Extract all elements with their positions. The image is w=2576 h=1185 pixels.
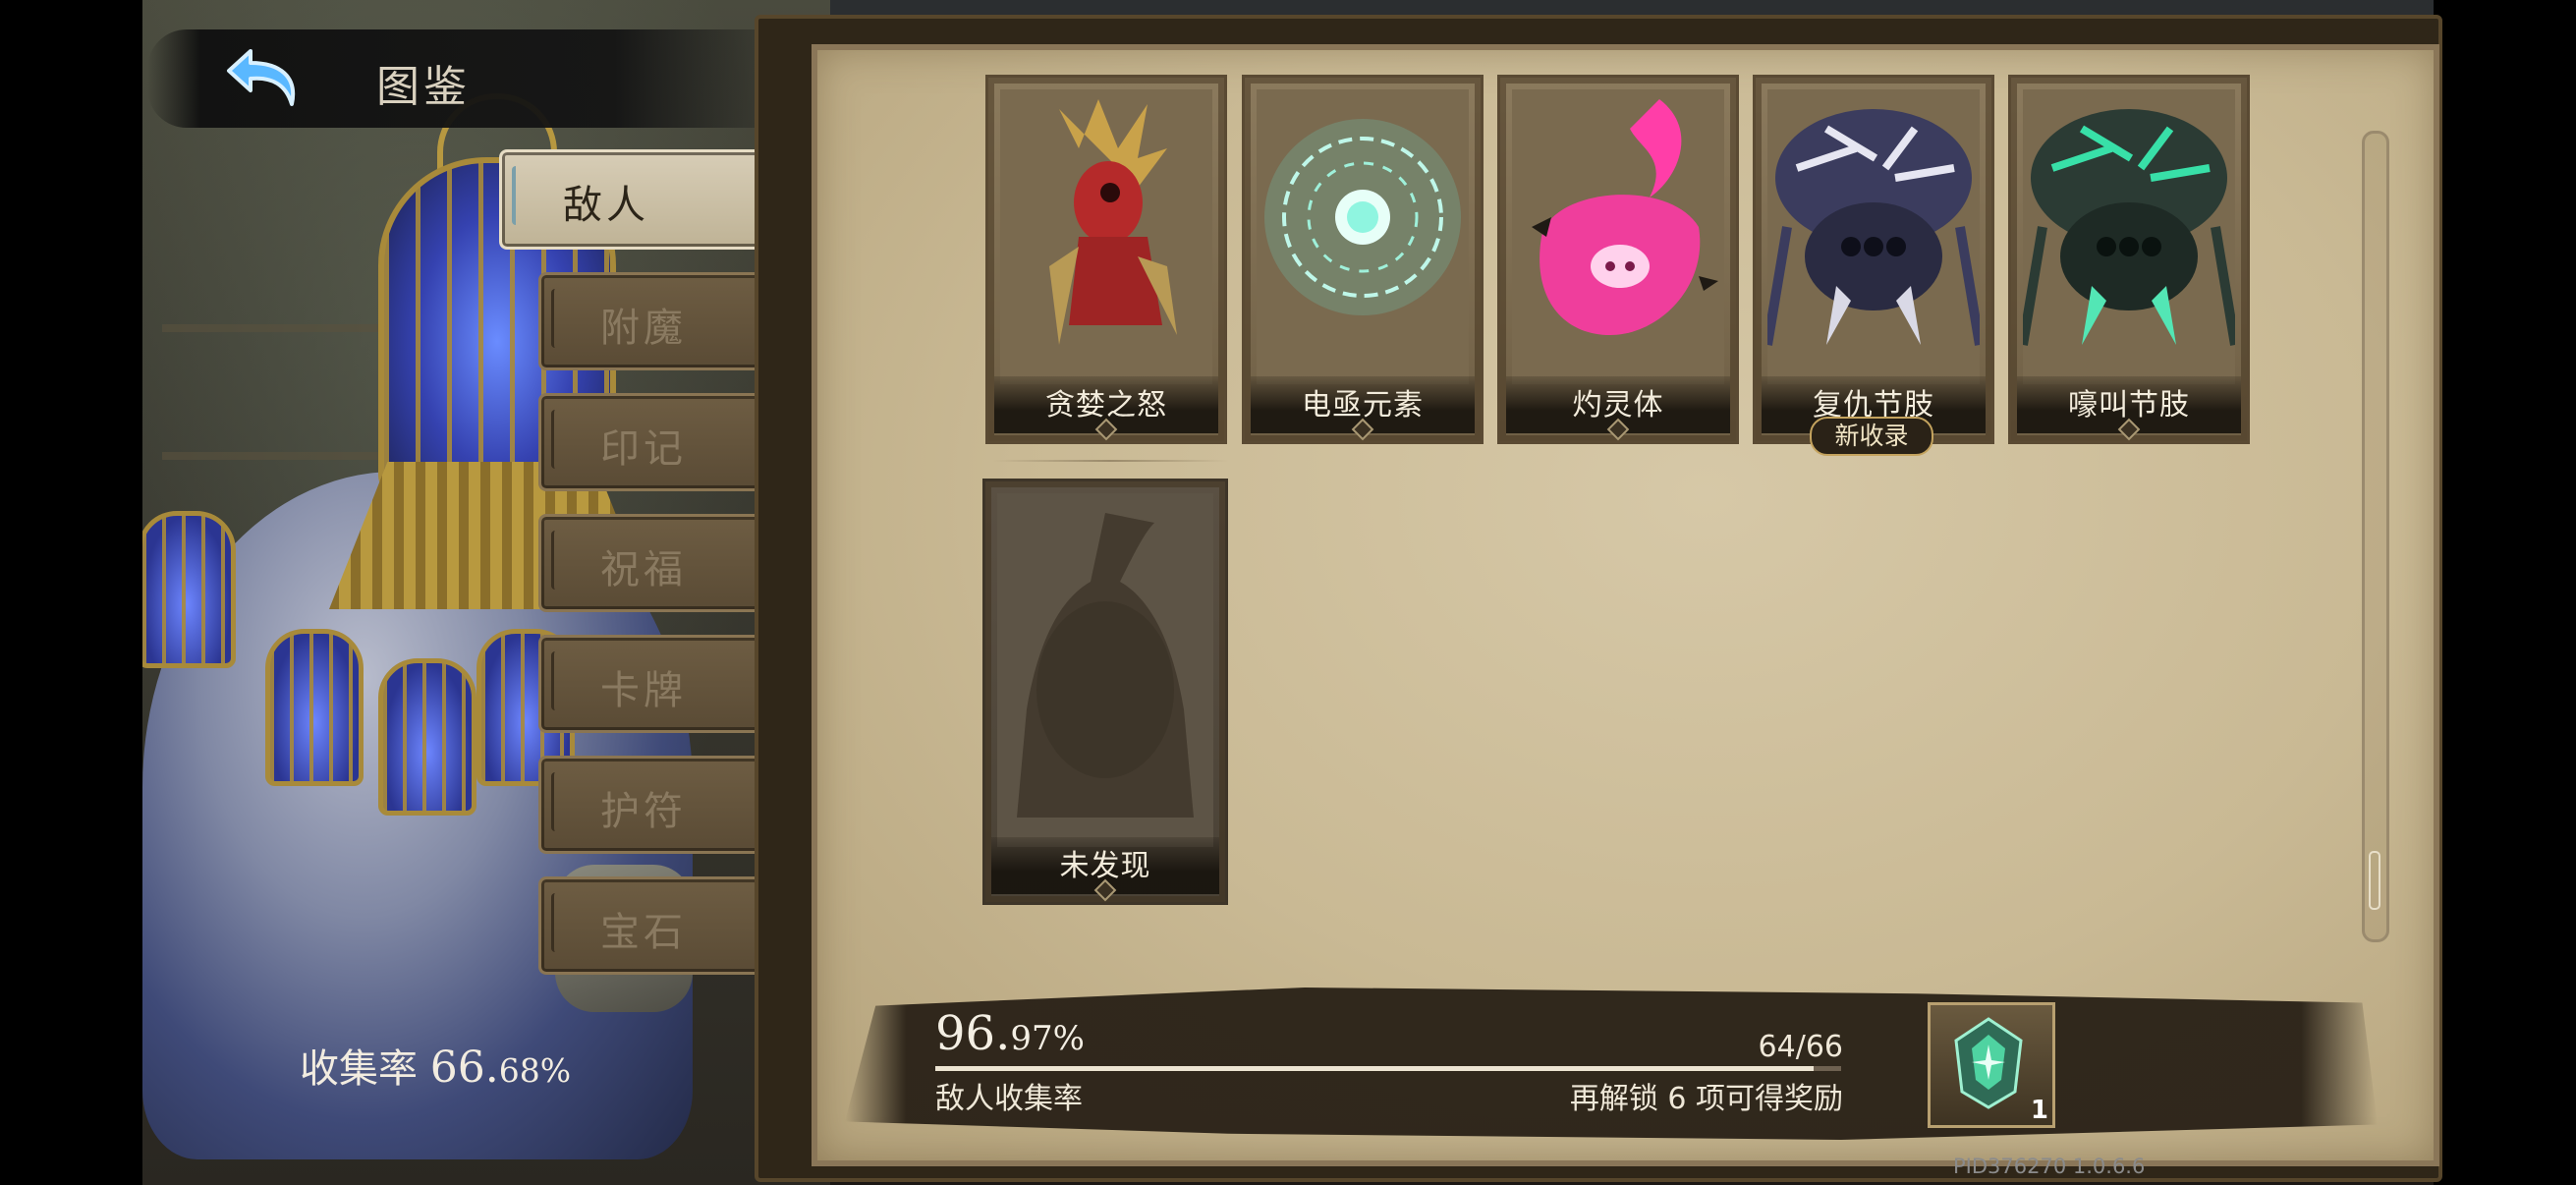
progress-fill	[935, 1066, 1815, 1071]
reward-slot[interactable]: 1	[1928, 1002, 2055, 1128]
percent-integer: 96.	[935, 1006, 1011, 1061]
enemy-portrait	[2023, 89, 2235, 384]
tab-label: 宝石	[600, 910, 687, 955]
page-title: 图鉴	[376, 62, 471, 112]
enemy-collection-percent: 96.97%	[935, 1006, 1085, 1061]
tab-label: 敌人	[563, 183, 649, 228]
tab-label: 护符	[600, 789, 687, 834]
enemy-card[interactable]: 贪婪之怒	[985, 75, 1227, 444]
letterbox-right	[2434, 0, 2576, 1185]
enemy-name: 贪婪之怒	[1045, 388, 1167, 423]
new-entry-badge: 新收录	[1810, 417, 1933, 456]
enemy-portrait	[1000, 89, 1212, 384]
enemy-name: 嚎叫节肢	[2068, 388, 2190, 423]
enemy-card[interactable]: 灼灵体	[1497, 75, 1739, 444]
enemy-silhouette	[997, 493, 1213, 847]
hanging-lantern	[142, 511, 236, 668]
reward-hint: 再解锁 6 项可得奖励	[1569, 1082, 1843, 1116]
reward-count: 1	[2030, 1096, 2048, 1125]
enemy-card-undiscovered[interactable]: 未发现	[982, 479, 1228, 905]
hanging-lantern	[378, 658, 476, 816]
back-button[interactable]	[221, 41, 311, 118]
collection-count: 64/66	[1758, 1030, 1843, 1064]
tab-label: 卡牌	[600, 668, 687, 713]
percent-decimal: 97%	[1010, 1019, 1085, 1058]
letterbox-left	[0, 0, 142, 1185]
enemy-portrait	[1257, 89, 1469, 384]
collection-rate-value: 66.	[429, 1043, 499, 1093]
enemy-collection-label: 敌人收集率	[935, 1082, 1083, 1116]
tab-label: 祝福	[600, 547, 687, 592]
enemy-card[interactable]: 嚎叫节肢	[2008, 75, 2250, 444]
collection-progress-bar	[935, 1066, 1841, 1071]
back-arrow-icon	[227, 49, 296, 106]
collection-rate-label: 收集率	[300, 1046, 418, 1092]
row-separator	[992, 460, 1228, 462]
hanging-lantern	[265, 629, 364, 786]
enemy-name: 电亟元素	[1302, 388, 1424, 423]
list-scrollbar[interactable]	[2362, 131, 2389, 942]
green-gem-icon	[1954, 1017, 2023, 1109]
enemy-name: 未发现	[1059, 849, 1151, 883]
scroll-thumb[interactable]	[2369, 851, 2380, 910]
enemy-name: 灼灵体	[1572, 388, 1664, 423]
collection-rate-decimal: 68%	[498, 1051, 572, 1090]
overall-collection-rate: 收集率 66.68%	[300, 1037, 571, 1094]
tab-label: 印记	[600, 426, 687, 472]
enemy-card[interactable]: 电亟元素	[1242, 75, 1484, 444]
version-label: PID376270 1.0.6.6	[1953, 1155, 2146, 1178]
tab-label: 附魔	[600, 306, 687, 351]
enemy-portrait	[1512, 89, 1724, 384]
enemy-portrait	[1767, 89, 1980, 384]
enemy-card[interactable]: 复仇节肢	[1753, 75, 1994, 444]
